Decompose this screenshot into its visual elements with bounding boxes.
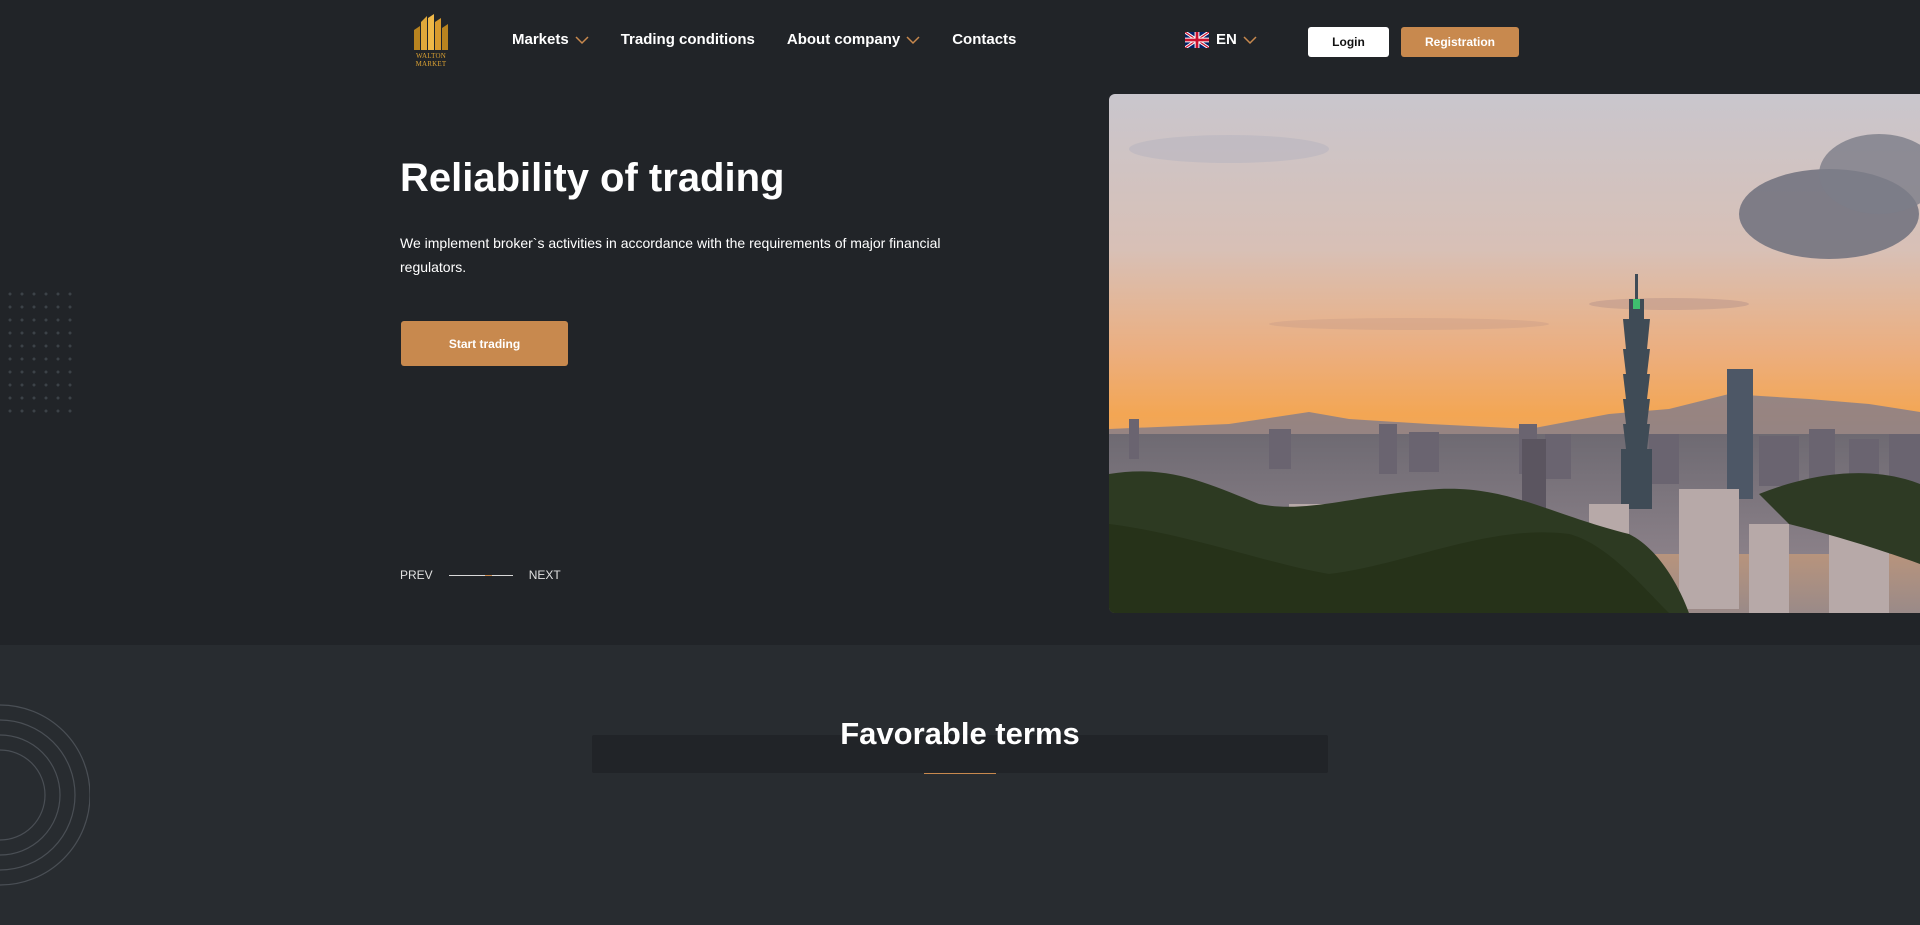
nav-about-company-label: About company [786,31,901,48]
taipei-skyline-illustration [1109,94,1920,613]
main-nav: Markets Trading conditions About company… [512,31,1048,48]
favorable-terms-title: Favorable terms [840,716,1080,751]
uk-flag-icon [1185,31,1209,48]
prev-button[interactable]: PREV [400,568,433,582]
title-underline [924,773,996,774]
favorable-terms-section: Favorable terms [0,645,1920,925]
hero-title: Reliability of trading [400,156,785,200]
chevron-down-icon [906,35,920,44]
login-button[interactable]: Login [1308,27,1389,57]
chevron-down-icon [575,35,589,44]
nav-contacts-label: Contacts [952,31,1017,48]
language-selector[interactable]: EN [1185,31,1257,48]
nav-trading-conditions[interactable]: Trading conditions [621,31,755,48]
next-button[interactable]: NEXT [529,568,561,582]
chevron-down-icon [1243,35,1257,44]
nav-about-company[interactable]: About company [787,31,920,48]
logo-wordmark: WALTON MARKET [411,52,451,68]
logo-bars-icon [414,14,448,50]
logo-line2: MARKET [415,60,447,68]
decorative-dot-grid [8,292,72,413]
logo-line1: WALTON [416,52,446,60]
language-label: EN [1216,31,1237,48]
walton-market-logo[interactable]: WALTON MARKET [411,12,451,72]
nav-contacts[interactable]: Contacts [952,31,1016,48]
registration-button[interactable]: Registration [1401,27,1519,57]
slider-progress-indicator [484,574,492,576]
start-trading-button[interactable]: Start trading [401,321,568,366]
nav-markets[interactable]: Markets [512,31,589,48]
nav-trading-conditions-label: Trading conditions [620,31,755,48]
hero-description: We implement broker`s activities in acco… [400,235,941,275]
site-header: WALTON MARKET Markets Trading conditions… [0,0,1920,82]
slider-progress-track [448,574,513,576]
slider-controls: PREV NEXT [400,568,561,582]
hero-section: Reliability of trading We implement brok… [0,82,1920,645]
nav-markets-label: Markets [512,31,569,48]
hero-city-skyline-image [1109,94,1920,613]
